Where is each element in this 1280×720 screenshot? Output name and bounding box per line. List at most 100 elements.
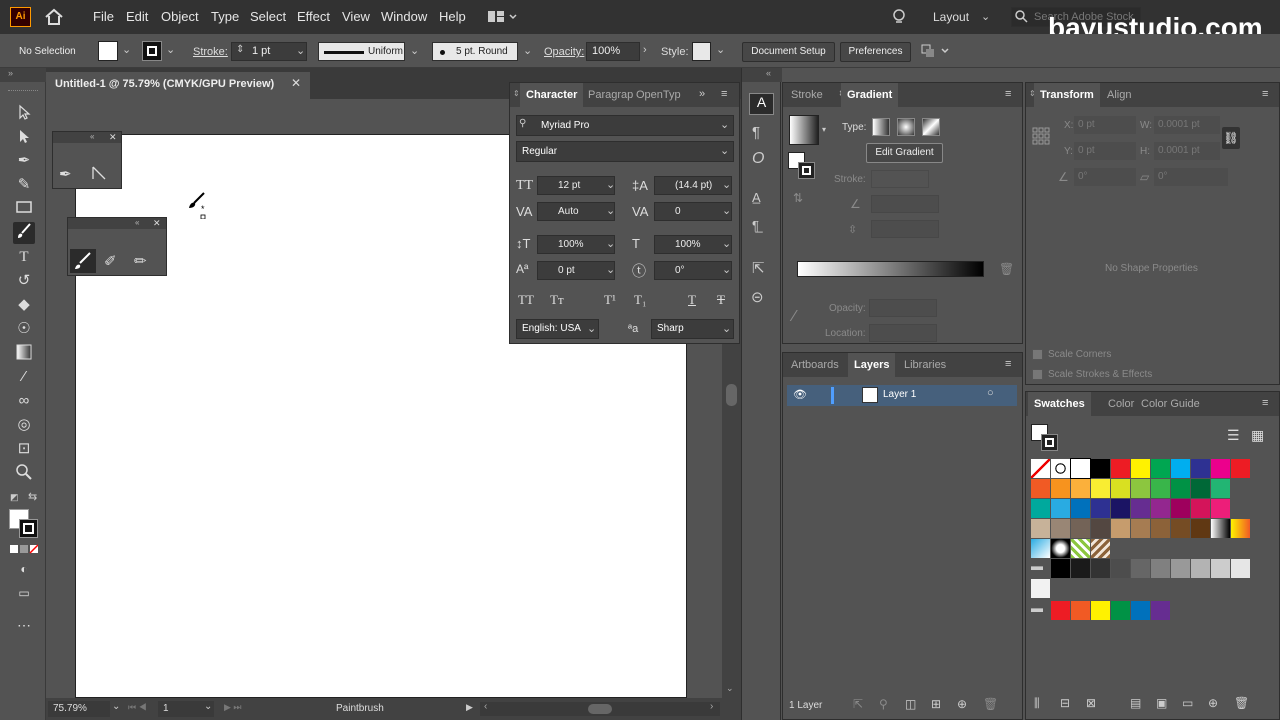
rotate-field[interactable]: 0° bbox=[1074, 168, 1136, 186]
tab-artboards[interactable]: Artboards bbox=[785, 353, 845, 377]
target-icon[interactable]: ○ bbox=[987, 387, 994, 399]
color-swatch[interactable] bbox=[1111, 499, 1130, 518]
pattern-swatch[interactable] bbox=[1071, 539, 1090, 558]
zoom-level-field[interactable]: 75.79% bbox=[48, 701, 110, 717]
layer-name[interactable]: Layer 1 bbox=[883, 389, 916, 400]
stroke-color-box[interactable] bbox=[19, 519, 38, 538]
tab-opentype[interactable]: OpenTyp bbox=[630, 83, 687, 107]
edit-gradient-button[interactable]: Edit Gradient bbox=[866, 143, 943, 163]
gray-swatch[interactable] bbox=[1091, 559, 1110, 578]
chevron-down-icon[interactable]: ⌄ bbox=[722, 237, 731, 250]
color-swatch[interactable] bbox=[1071, 519, 1090, 538]
color-swatch[interactable] bbox=[1151, 479, 1170, 498]
document-setup-button[interactable]: Document Setup bbox=[742, 42, 835, 62]
stroke-swatch[interactable] bbox=[142, 41, 162, 61]
leading-field[interactable]: (14.4 pt) bbox=[654, 176, 732, 195]
color-swatch[interactable] bbox=[1091, 499, 1110, 518]
gray-swatch[interactable] bbox=[1131, 559, 1150, 578]
tab-color-guide[interactable]: Color Guide bbox=[1135, 392, 1206, 416]
stroke-label[interactable]: Stroke: bbox=[193, 46, 228, 58]
clipping-mask-icon[interactable]: ◫ bbox=[905, 697, 916, 711]
font-family-select[interactable]: Myriad Pro bbox=[516, 115, 734, 136]
color-swatch[interactable] bbox=[1111, 459, 1130, 478]
angle-field[interactable] bbox=[871, 195, 939, 213]
swatch-libraries-icon[interactable]: ⫼ bbox=[1034, 696, 1040, 711]
aspect-ratio-field[interactable] bbox=[871, 220, 939, 238]
blob-brush-icon[interactable]: ✐ bbox=[104, 252, 117, 270]
eyedropper-icon[interactable]: ⁄ bbox=[793, 308, 796, 326]
pattern-swatch[interactable] bbox=[1091, 539, 1110, 558]
export-icon[interactable]: ⇱ bbox=[752, 259, 765, 277]
color-swatch[interactable] bbox=[1051, 519, 1070, 538]
paragraph-panel-icon[interactable]: ¶ bbox=[752, 124, 760, 141]
subscript-icon[interactable]: T₁ bbox=[634, 292, 646, 308]
radial-gradient-button[interactable] bbox=[897, 118, 915, 136]
color-swatch[interactable] bbox=[1151, 601, 1170, 620]
color-swatch[interactable] bbox=[1070, 458, 1091, 479]
color-swatch[interactable] bbox=[1131, 519, 1150, 538]
panel-menu-icon[interactable]: ≡ bbox=[1262, 88, 1268, 100]
chevron-down-icon[interactable]: ⌄ bbox=[204, 701, 212, 712]
new-layer-icon[interactable]: ⊕ bbox=[957, 697, 967, 711]
eyedropper-tool-icon[interactable]: ⁄ bbox=[13, 368, 35, 386]
arrange-icon[interactable] bbox=[920, 43, 950, 59]
color-swatch[interactable] bbox=[1091, 519, 1110, 538]
color-swatch[interactable] bbox=[1131, 601, 1150, 620]
zoom-tool-icon[interactable] bbox=[13, 464, 35, 482]
lightbulb-icon[interactable] bbox=[892, 8, 906, 26]
status-menu-icon[interactable]: ▶ bbox=[466, 702, 473, 713]
tab-transform[interactable]: Transform bbox=[1034, 83, 1100, 107]
menu-effect[interactable]: Effect bbox=[297, 9, 330, 24]
folder-icon[interactable]: ▭ bbox=[1182, 696, 1193, 710]
color-swatch[interactable] bbox=[1131, 459, 1150, 478]
stepper-icon[interactable]: ⇕ bbox=[236, 44, 244, 55]
width-field[interactable]: 0.0001 pt bbox=[1154, 116, 1220, 134]
font-size-field[interactable]: 12 pt bbox=[537, 176, 615, 195]
color-swatch[interactable] bbox=[1171, 499, 1190, 518]
collapse-icon[interactable]: « bbox=[135, 218, 139, 227]
scale-corners-checkbox[interactable] bbox=[1032, 349, 1043, 360]
linear-gradient-button[interactable] bbox=[872, 118, 890, 136]
stroke-indicator[interactable] bbox=[1041, 434, 1058, 451]
color-swatch[interactable] bbox=[1031, 479, 1050, 498]
last-page-icon[interactable]: ▶ ⏭ bbox=[224, 702, 242, 713]
chevron-down-icon[interactable]: ⌄ bbox=[606, 204, 615, 217]
menu-object[interactable]: Object bbox=[161, 9, 199, 24]
panel-menu-icon[interactable]: ≡ bbox=[1005, 358, 1011, 370]
opacity-label[interactable]: Opacity: bbox=[544, 46, 584, 58]
horizontal-scale-field[interactable]: 100% bbox=[654, 235, 732, 254]
color-swatch[interactable] bbox=[1051, 499, 1070, 518]
chevron-down-icon[interactable]: ⌄ bbox=[606, 263, 615, 276]
color-swatch[interactable] bbox=[1051, 601, 1070, 620]
collapse-icon[interactable]: « bbox=[90, 132, 94, 141]
color-swatch[interactable] bbox=[1171, 479, 1190, 498]
color-swatch[interactable] bbox=[1111, 601, 1130, 620]
shape-builder-tool-icon[interactable]: ◎ bbox=[13, 416, 35, 434]
gradient-preview[interactable] bbox=[789, 115, 819, 145]
collapse-icon[interactable]: « bbox=[766, 68, 771, 78]
warp-tool-icon[interactable]: ☉ bbox=[13, 320, 35, 338]
opacity-field[interactable]: 100% bbox=[586, 42, 640, 61]
panel-toggle-icon[interactable]: ⇕ bbox=[513, 89, 520, 98]
curvature-tool-icon[interactable]: ✎ bbox=[13, 176, 35, 194]
vertical-scale-field[interactable]: 100% bbox=[537, 235, 615, 254]
swatch-options-icon[interactable]: ⊠ bbox=[1086, 696, 1096, 710]
tab-gradient[interactable]: Gradient bbox=[841, 83, 899, 107]
tab-stroke[interactable]: Stroke bbox=[785, 83, 829, 107]
color-swatch[interactable] bbox=[1151, 459, 1170, 478]
selection-tool-icon[interactable] bbox=[13, 104, 35, 122]
color-swatch[interactable] bbox=[1191, 519, 1210, 538]
gray-swatch[interactable] bbox=[1191, 559, 1210, 578]
chevron-down-icon[interactable]: ⌄ bbox=[296, 44, 305, 57]
scale-strokes-checkbox[interactable] bbox=[1032, 369, 1043, 380]
constrain-proportions-icon[interactable]: ⛓ bbox=[1222, 127, 1240, 149]
paintbrush-tool-icon[interactable] bbox=[13, 222, 35, 244]
character-panel-icon[interactable]: A bbox=[749, 93, 774, 115]
color-swatch[interactable] bbox=[1071, 499, 1090, 518]
gray-swatch[interactable] bbox=[1151, 559, 1170, 578]
tab-swatches[interactable]: Swatches bbox=[1028, 392, 1091, 416]
close-icon[interactable]: ✕ bbox=[153, 218, 161, 229]
screen-mode-icon[interactable]: ▭ bbox=[13, 584, 35, 602]
show-kinds-icon[interactable]: ⊟ bbox=[1060, 696, 1070, 710]
chevron-down-icon[interactable]: ⌄ bbox=[716, 43, 725, 56]
